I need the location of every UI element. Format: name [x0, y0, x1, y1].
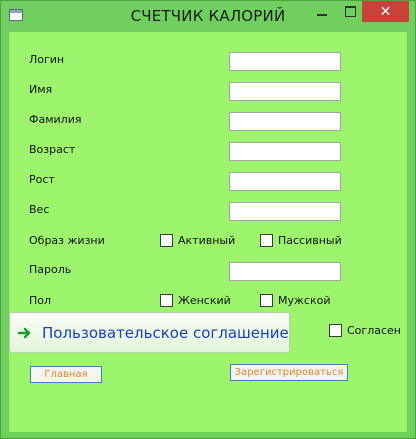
lifestyle-passive-checkbox[interactable]	[260, 234, 273, 247]
name-label: Имя	[29, 83, 53, 96]
login-field[interactable]	[229, 52, 341, 71]
name-field[interactable]	[229, 82, 341, 101]
gender-male-label: Мужской	[278, 294, 331, 307]
registration-form: Логин Имя Фамилия Возраст Рост Вес Образ…	[9, 32, 407, 432]
user-agreement-label: Пользовательское соглашение	[42, 324, 289, 342]
close-button[interactable]: ✕	[362, 1, 409, 22]
close-icon: ✕	[379, 3, 392, 20]
register-button[interactable]: Зарегистрироваться	[230, 364, 348, 381]
agree-checkbox[interactable]	[329, 324, 342, 337]
gender-label: Пол	[29, 294, 52, 307]
weight-field[interactable]	[229, 202, 341, 221]
gender-female-label: Женский	[178, 294, 231, 307]
app-window: СЧЕТЧИК КАЛОРИЙ ✕ Логин Имя Фамилия Возр…	[0, 0, 416, 439]
password-field[interactable]	[229, 262, 341, 281]
age-field[interactable]	[229, 142, 341, 161]
minimize-button[interactable]	[308, 1, 336, 22]
maximize-icon	[344, 6, 356, 17]
password-label: Пароль	[29, 263, 72, 276]
maximize-button[interactable]	[336, 1, 364, 22]
lifestyle-active-checkbox[interactable]	[160, 234, 173, 247]
age-label: Возраст	[29, 143, 76, 156]
login-label: Логин	[29, 53, 65, 66]
agree-label: Согласен	[347, 324, 401, 337]
minimize-icon	[317, 13, 327, 16]
height-label: Рост	[29, 173, 55, 186]
home-button[interactable]: Главная	[30, 366, 102, 383]
user-agreement-button[interactable]: Пользовательское соглашение	[9, 312, 290, 353]
gender-female-checkbox[interactable]	[160, 294, 173, 307]
lifestyle-active-label: Активный	[178, 234, 236, 247]
lifestyle-passive-label: Пассивный	[278, 234, 342, 247]
gender-male-checkbox[interactable]	[260, 294, 273, 307]
arrow-right-icon	[18, 327, 31, 339]
lifestyle-label: Образ жизни	[29, 234, 105, 247]
surname-label: Фамилия	[29, 113, 82, 126]
title-bar[interactable]: СЧЕТЧИК КАЛОРИЙ ✕	[1, 1, 415, 32]
height-field[interactable]	[229, 172, 341, 191]
weight-label: Вес	[29, 203, 50, 216]
surname-field[interactable]	[229, 112, 341, 131]
